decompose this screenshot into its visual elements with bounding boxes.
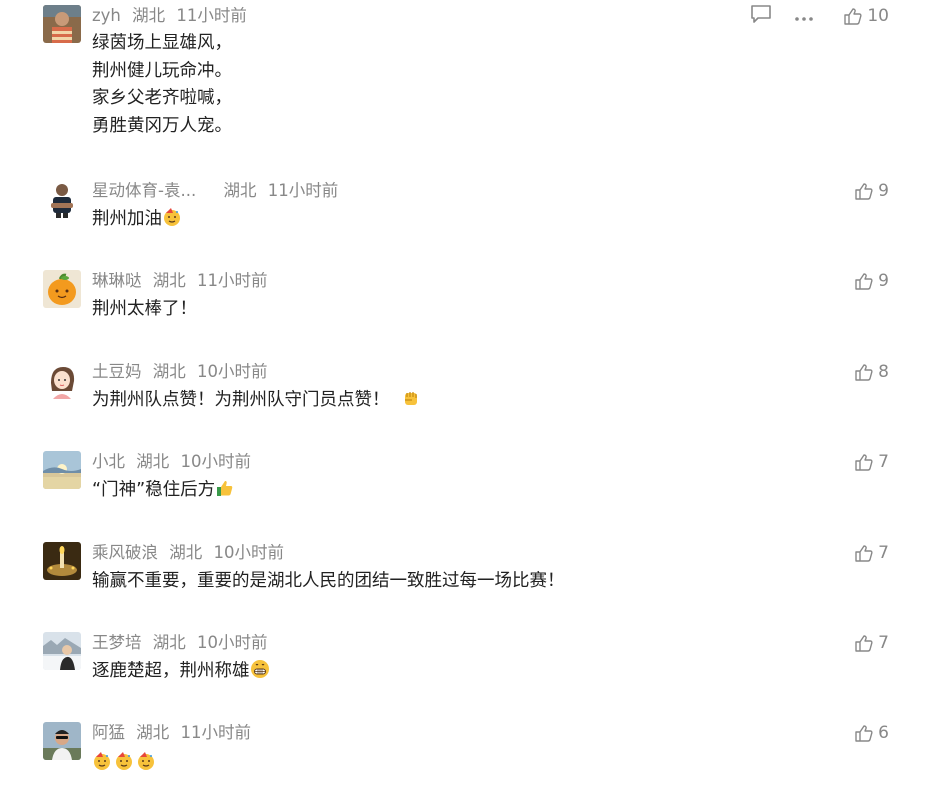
comment-icon[interactable] bbox=[750, 4, 772, 28]
comment-line: 勇胜黄冈万人宠。 bbox=[92, 115, 232, 136]
comment-line: 为荆州队点赞！为荆州队守门员点赞！ bbox=[92, 390, 390, 410]
thumbs-up-icon bbox=[855, 635, 873, 652]
comment-meta: 乘风破浪 湖北 10小时前 bbox=[92, 541, 284, 565]
avatar[interactable] bbox=[43, 270, 81, 308]
timestamp: 10小时前 bbox=[180, 452, 252, 471]
username[interactable]: 王梦培 bbox=[92, 633, 142, 652]
like-button[interactable]: 8 bbox=[855, 360, 889, 384]
avatar[interactable] bbox=[43, 632, 81, 670]
comment-line: 逐鹿楚超，荆州称雄 bbox=[92, 661, 250, 681]
region: 湖北 bbox=[152, 362, 186, 381]
thumbs-up-emoji bbox=[217, 481, 233, 496]
like-count: 10 bbox=[867, 6, 889, 26]
region: 湖北 bbox=[152, 271, 186, 290]
timestamp: 11小时前 bbox=[176, 6, 247, 25]
comment-line: 绿茵场上显雄风， bbox=[92, 33, 232, 53]
timestamp: 11小时前 bbox=[267, 181, 339, 200]
comment-line: 输赢不重要，重要的是湖北人民的团结一致胜过每一场比赛！ bbox=[92, 571, 565, 591]
comment-meta: 土豆妈 湖北 10小时前 bbox=[92, 360, 268, 384]
comment-text bbox=[92, 750, 156, 778]
thumbs-up-icon bbox=[855, 273, 873, 290]
region: 湖北 bbox=[136, 452, 170, 471]
comment-meta: 小北 湖北 10小时前 bbox=[92, 450, 251, 474]
like-button[interactable]: 7 bbox=[855, 450, 889, 474]
comment-text: 荆州太棒了！ bbox=[92, 296, 197, 324]
region: 湖北 bbox=[132, 6, 166, 25]
region: 湖北 bbox=[169, 543, 203, 562]
party-face-emoji bbox=[116, 752, 132, 770]
party-face-emoji bbox=[94, 752, 110, 770]
thumbs-up-icon bbox=[855, 183, 873, 200]
thumbs-up-icon bbox=[855, 725, 873, 742]
region: 湖北 bbox=[136, 723, 170, 742]
like-button[interactable]: 6 bbox=[855, 721, 889, 745]
username[interactable]: 琳琳哒 bbox=[92, 271, 142, 290]
comment-text: 输赢不重要，重要的是湖北人民的团结一致胜过每一场比赛！ bbox=[92, 568, 565, 596]
like-button[interactable]: 10 bbox=[844, 4, 889, 28]
timestamp: 11小时前 bbox=[180, 723, 252, 742]
comment-line: 家乡父老齐啦喊， bbox=[92, 88, 232, 108]
avatar[interactable] bbox=[43, 180, 81, 218]
party-face-emoji bbox=[164, 208, 180, 226]
comment-text: 逐鹿楚超，荆州称雄 bbox=[92, 658, 270, 686]
like-count: 7 bbox=[878, 633, 889, 653]
like-count: 6 bbox=[878, 723, 889, 743]
comment-meta: 琳琳哒 湖北 11小时前 bbox=[92, 269, 268, 293]
timestamp: 10小时前 bbox=[197, 633, 268, 652]
like-count: 7 bbox=[878, 452, 889, 472]
username[interactable]: 小北 bbox=[92, 452, 125, 471]
like-button[interactable]: 9 bbox=[855, 269, 889, 293]
username[interactable]: 星动体育-袁... bbox=[92, 181, 196, 200]
timestamp: 10小时前 bbox=[197, 362, 268, 381]
username[interactable]: 乘风破浪 bbox=[92, 543, 158, 562]
comment-text: 荆州加油 bbox=[92, 206, 182, 234]
timestamp: 10小时前 bbox=[213, 543, 285, 562]
comment-text: 为荆州队点赞！为荆州队守门员点赞！ bbox=[92, 387, 421, 415]
comment-line: “门神”稳住后方 bbox=[92, 480, 216, 500]
thumbs-up-icon bbox=[855, 545, 873, 562]
like-count: 8 bbox=[878, 362, 889, 382]
comment-line: 荆州太棒了！ bbox=[92, 299, 197, 319]
avatar[interactable] bbox=[43, 451, 81, 489]
thumbs-up-icon bbox=[844, 8, 862, 25]
like-button[interactable]: 7 bbox=[855, 631, 889, 655]
username[interactable]: 土豆妈 bbox=[92, 362, 142, 381]
raised-fist-emoji bbox=[405, 392, 418, 405]
thumbs-up-icon bbox=[855, 364, 873, 381]
comment-tools bbox=[750, 4, 814, 28]
comment-line: 荆州加油 bbox=[92, 209, 162, 229]
avatar[interactable] bbox=[43, 722, 81, 760]
comment-meta: zyh 湖北 11小时前 bbox=[92, 4, 247, 28]
comment-meta: 王梦培 湖北 10小时前 bbox=[92, 631, 268, 655]
comment-meta: 星动体育-袁... 湖北 11小时前 bbox=[92, 179, 338, 203]
username[interactable]: zyh bbox=[92, 6, 121, 25]
like-count: 7 bbox=[878, 543, 889, 563]
avatar[interactable] bbox=[43, 361, 81, 399]
thumbs-up-icon bbox=[855, 454, 873, 471]
avatar[interactable] bbox=[43, 5, 81, 43]
username[interactable]: 阿猛 bbox=[92, 723, 125, 742]
like-count: 9 bbox=[878, 271, 889, 291]
comment-line: 荆州健儿玩命冲。 bbox=[92, 60, 232, 81]
party-face-emoji bbox=[138, 752, 154, 770]
region: 湖北 bbox=[152, 633, 186, 652]
like-count: 9 bbox=[878, 181, 889, 201]
like-button[interactable]: 7 bbox=[855, 541, 889, 565]
region: 湖北 bbox=[223, 181, 257, 200]
avatar[interactable] bbox=[43, 542, 81, 580]
more-icon[interactable] bbox=[794, 7, 814, 26]
comment-meta: 阿猛 湖北 11小时前 bbox=[92, 721, 251, 745]
comment-text: “门神”稳住后方 bbox=[92, 477, 235, 505]
timestamp: 11小时前 bbox=[197, 271, 268, 290]
comment-text: 绿茵场上显雄风， 荆州健儿玩命冲。 家乡父老齐啦喊， 勇胜黄冈万人宠。 bbox=[92, 30, 232, 140]
like-button[interactable]: 9 bbox=[855, 179, 889, 203]
grinning-face-emoji bbox=[250, 660, 269, 678]
